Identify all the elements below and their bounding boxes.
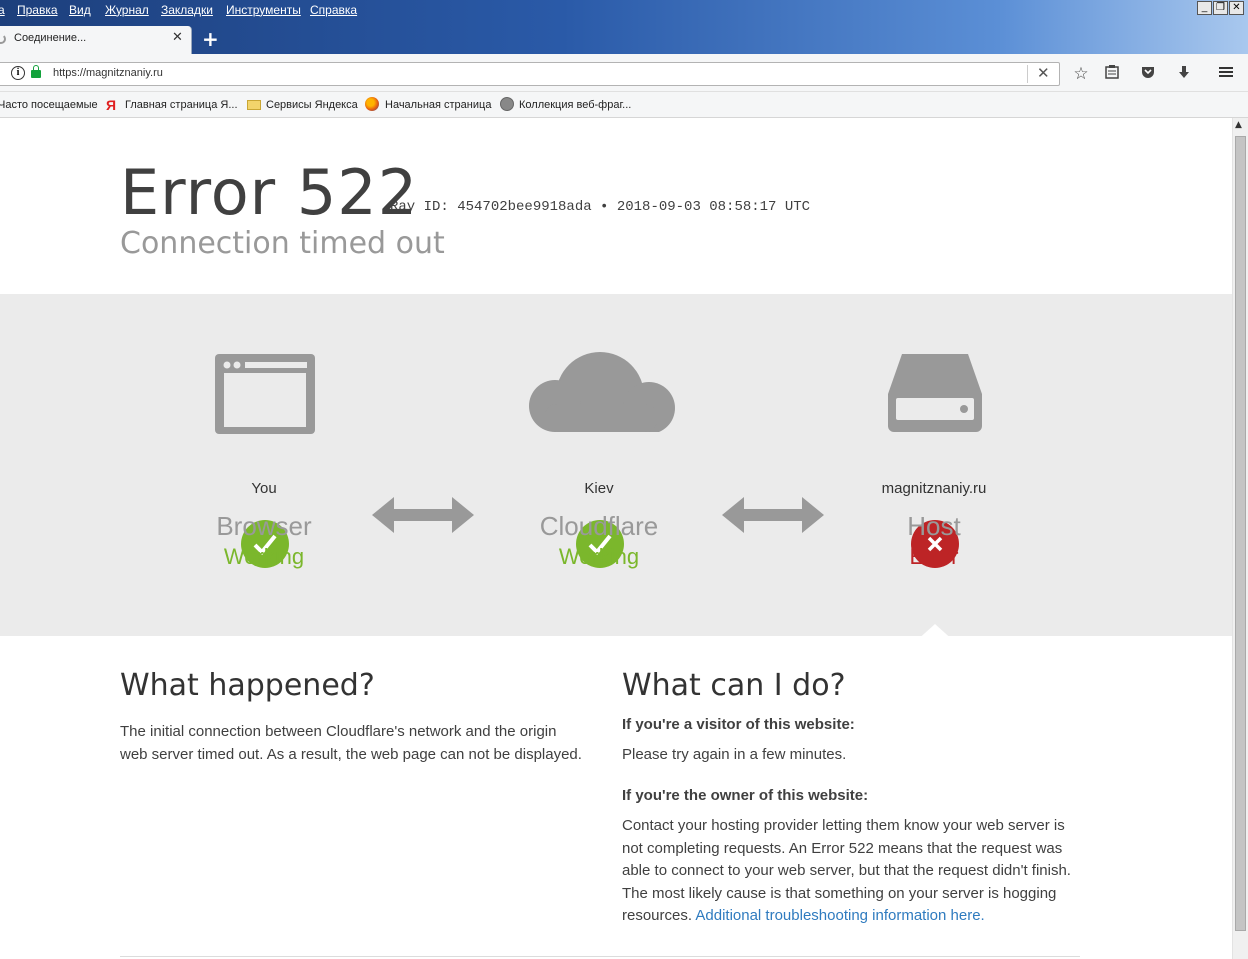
bookmark-most-visited[interactable]: Часто посещаемые — [0, 99, 98, 111]
error-title: Error 522 — [120, 156, 419, 229]
menu-view[interactable]: Вид — [69, 3, 91, 17]
menu-tools[interactable]: Инструменты — [226, 3, 301, 17]
info-icon[interactable]: i — [11, 66, 25, 80]
firefox-icon — [365, 97, 379, 111]
node-name: Host — [907, 511, 961, 541]
scroll-up-icon[interactable]: ▲ — [1235, 120, 1242, 130]
troubleshooting-link[interactable]: Additional troubleshooting information h… — [695, 907, 984, 924]
lock-icon[interactable] — [31, 65, 41, 78]
footer-divider — [120, 956, 1080, 957]
bookmark-yandex-services[interactable]: Сервисы Яндекса — [266, 99, 358, 111]
tab-close-icon[interactable]: ✕ — [172, 30, 183, 45]
pocket-icon[interactable] — [1138, 64, 1158, 84]
error-diagram: You Browser Working Kiev Cloudflare Work… — [0, 294, 1232, 642]
node-location: Kiev — [584, 480, 614, 497]
menu-file[interactable]: а — [0, 3, 5, 17]
double-arrow-icon — [722, 497, 824, 533]
hamburger-menu-icon[interactable] — [1216, 64, 1236, 84]
star-icon[interactable]: ☆ — [1071, 64, 1091, 84]
stop-icon[interactable]: ✕ — [1037, 64, 1050, 82]
node-location: You — [251, 480, 277, 497]
tab-active[interactable]: Соединение... ✕ — [0, 26, 192, 54]
tab-bar: Соединение... ✕ + — [0, 22, 1248, 54]
owner-text-block: Contact your hosting provider letting th… — [622, 815, 1084, 928]
tab-title: Соединение... — [14, 32, 87, 44]
close-window-button[interactable]: ✕ — [1229, 1, 1244, 15]
menu-bar: а Правка Вид Журнал Закладки Инструменты… — [0, 0, 1248, 22]
node-host: magnitznaniy.ru Host Error — [834, 480, 1034, 570]
error-subtitle: Connection timed out — [120, 226, 445, 261]
visitor-text: Please try again in a few minutes. — [622, 746, 847, 763]
url-divider — [1027, 65, 1028, 83]
browser-icon — [215, 354, 315, 434]
bookmark-web-slices[interactable]: Коллекция веб-фраг... — [519, 99, 631, 111]
node-name: Browser — [216, 511, 312, 541]
download-icon[interactable] — [1174, 64, 1194, 84]
diagram-pointer — [915, 624, 955, 642]
url-bar[interactable]: i https://magnitznaniy.ru ✕ — [0, 62, 1060, 86]
page-content: Error 522 Ray ID: 454702bee9918ada • 201… — [0, 118, 1232, 959]
menu-bookmarks[interactable]: Закладки — [161, 3, 213, 17]
node-name: Cloudflare — [539, 511, 659, 541]
node-browser: You Browser Working — [164, 480, 364, 570]
reading-list-icon[interactable] — [1102, 64, 1122, 84]
owner-heading: If you're the owner of this website: — [622, 787, 869, 804]
new-tab-icon[interactable]: + — [202, 27, 219, 51]
scroll-thumb[interactable] — [1235, 136, 1246, 931]
cloud-icon — [529, 352, 675, 432]
menu-history[interactable]: Журнал — [105, 3, 149, 17]
visitor-heading: If you're a visitor of this website: — [622, 716, 855, 733]
what-happened-title: What happened? — [120, 668, 375, 703]
bookmarks-bar: Часто посещаемые Я Главная страница Я...… — [0, 92, 1248, 118]
what-happened-text: The initial connection between Cloudflar… — [120, 723, 582, 763]
loading-icon — [0, 34, 6, 44]
restore-button[interactable]: ❐ — [1213, 1, 1228, 15]
node-cloudflare: Kiev Cloudflare Working — [499, 480, 699, 570]
scrollbar[interactable]: ▲ — [1232, 118, 1248, 959]
double-arrow-icon — [372, 497, 474, 533]
what-can-i-do-title: What can I do? — [622, 668, 846, 703]
ray-id: Ray ID: 454702bee9918ada • 2018-09-03 08… — [390, 199, 811, 215]
node-status: Error — [909, 544, 959, 569]
node-location: magnitznaniy.ru — [881, 480, 987, 497]
node-status: Working — [223, 544, 305, 569]
server-icon — [888, 354, 982, 432]
globe-icon — [500, 97, 514, 111]
node-status: Working — [558, 544, 640, 569]
menu-edit[interactable]: Правка — [17, 3, 58, 17]
minimize-button[interactable]: _ — [1197, 1, 1212, 15]
menu-help[interactable]: Справка — [310, 3, 357, 17]
folder-icon — [247, 100, 261, 110]
yandex-icon: Я — [106, 97, 117, 113]
bookmark-yandex-home[interactable]: Главная страница Я... — [125, 99, 238, 111]
url-text[interactable]: https://magnitznaniy.ru — [53, 67, 163, 79]
nav-bar: i https://magnitznaniy.ru ✕ ☆ — [0, 54, 1248, 92]
bookmark-start-page[interactable]: Начальная страница — [385, 99, 491, 111]
